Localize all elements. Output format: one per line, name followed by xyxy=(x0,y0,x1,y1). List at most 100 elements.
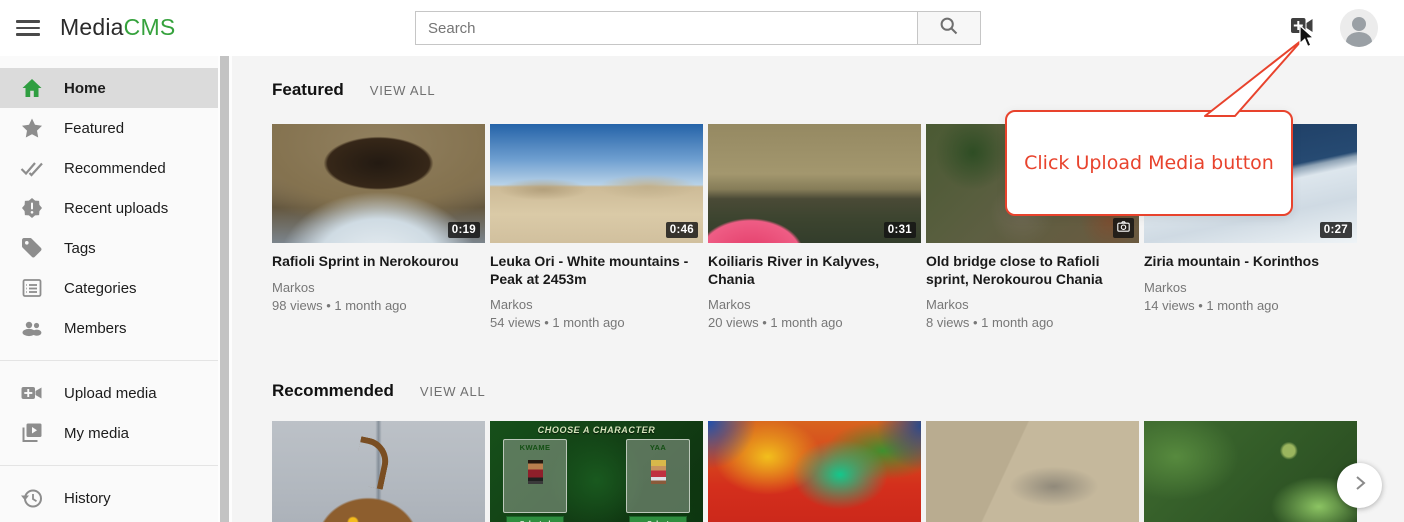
media-card[interactable] xyxy=(1144,421,1357,522)
sidebar-item-label: My media xyxy=(64,425,129,442)
sidebar-item-label: Categories xyxy=(64,280,137,297)
game-character-name: KWAME xyxy=(504,443,566,452)
sidebar-item-recommended[interactable]: Recommended xyxy=(0,148,218,188)
camera-icon xyxy=(1117,221,1130,235)
media-title[interactable]: Koiliaris River in Kalyves, Chania xyxy=(708,253,921,288)
duration-badge: 0:27 xyxy=(1320,222,1352,238)
media-title[interactable]: Old bridge close to Rafioli sprint, Nero… xyxy=(926,253,1139,288)
media-thumbnail[interactable] xyxy=(1144,421,1357,522)
next-carousel-button[interactable] xyxy=(1337,463,1382,508)
media-card[interactable] xyxy=(272,421,485,522)
sidebar-item-upload-media[interactable]: Upload media xyxy=(0,373,218,413)
sidebar: Home Featured Recommended Recent uploads… xyxy=(0,56,218,522)
search-bar xyxy=(415,11,981,45)
hamburger-menu-icon[interactable] xyxy=(16,17,40,39)
sidebar-item-tags[interactable]: Tags xyxy=(0,228,218,268)
sidebar-item-members[interactable]: Members xyxy=(0,308,218,348)
media-thumbnail[interactable] xyxy=(926,421,1139,522)
game-select-button: Select xyxy=(629,516,687,522)
featured-view-all-link[interactable]: VIEW ALL xyxy=(370,83,436,98)
sidebar-item-label: Recommended xyxy=(64,160,166,177)
app-logo[interactable]: MediaCMS xyxy=(60,14,175,41)
media-meta: 54 views • 1 month ago xyxy=(490,314,703,332)
sidebar-item-label: Upload media xyxy=(64,385,157,402)
callout-text: Click Upload Media button xyxy=(1024,152,1274,174)
sidebar-divider xyxy=(0,360,218,361)
sidebar-item-featured[interactable]: Featured xyxy=(0,108,218,148)
media-thumbnail[interactable]: 0:31 xyxy=(708,124,921,243)
sidebar-item-label: Recent uploads xyxy=(64,200,168,217)
duration-badge: 0:19 xyxy=(448,222,480,238)
upload-media-icon xyxy=(20,381,44,405)
recommended-view-all-link[interactable]: VIEW ALL xyxy=(420,384,486,399)
callout-pointer xyxy=(1180,34,1310,118)
sidebar-item-label: History xyxy=(64,490,111,507)
search-button[interactable] xyxy=(917,11,981,45)
media-thumbnail[interactable]: 0:46 xyxy=(490,124,703,243)
game-selected-button: Selected xyxy=(506,516,564,522)
categories-icon xyxy=(20,276,44,300)
media-thumbnail[interactable] xyxy=(708,421,921,522)
tag-icon xyxy=(20,236,44,260)
mouse-cursor-icon xyxy=(1299,25,1315,48)
image-type-badge xyxy=(1113,218,1134,238)
sidebar-item-recent-uploads[interactable]: Recent uploads xyxy=(0,188,218,228)
media-author[interactable]: Markos xyxy=(1144,279,1357,297)
media-author[interactable]: Markos xyxy=(926,296,1139,314)
media-meta: 98 views • 1 month ago xyxy=(272,297,485,315)
media-meta: 14 views • 1 month ago xyxy=(1144,297,1357,315)
media-card[interactable]: 0:19 Rafioli Sprint in Nerokourou Markos… xyxy=(272,124,485,315)
history-icon xyxy=(20,486,44,510)
media-author[interactable]: Markos xyxy=(708,296,921,314)
members-icon xyxy=(20,316,44,340)
duration-badge: 0:31 xyxy=(884,222,916,238)
sidebar-item-categories[interactable]: Categories xyxy=(0,268,218,308)
media-card[interactable] xyxy=(708,421,921,522)
media-card[interactable]: CHOOSE A CHARACTER KWAME YAA Selected Se… xyxy=(490,421,703,522)
new-releases-icon xyxy=(20,196,44,220)
game-thumb-heading: CHOOSE A CHARACTER xyxy=(490,425,703,435)
media-thumbnail[interactable] xyxy=(272,421,485,522)
search-input[interactable] xyxy=(415,11,917,45)
recommended-section-title: Recommended xyxy=(272,381,394,401)
media-thumbnail[interactable]: 0:19 xyxy=(272,124,485,243)
double-check-icon xyxy=(20,156,44,180)
sidebar-item-label: Featured xyxy=(64,120,124,137)
game-thumb-panel: KWAME xyxy=(503,439,567,513)
logo-media: Media xyxy=(60,14,124,40)
sidebar-item-label: Home xyxy=(64,80,106,97)
media-title[interactable]: Rafioli Sprint in Nerokourou xyxy=(272,253,485,271)
sidebar-item-label: Members xyxy=(64,320,127,337)
duration-badge: 0:46 xyxy=(666,222,698,238)
chevron-right-icon xyxy=(1351,474,1369,497)
sidebar-item-history[interactable]: History xyxy=(0,478,218,518)
featured-section-header: Featured VIEW ALL xyxy=(272,80,435,100)
sidebar-item-label: Tags xyxy=(64,240,96,257)
logo-cms: CMS xyxy=(124,14,176,40)
media-card[interactable] xyxy=(926,421,1139,522)
game-thumb-panel: YAA xyxy=(626,439,690,513)
home-icon xyxy=(20,76,44,100)
sidebar-item-my-media[interactable]: My media xyxy=(0,413,218,453)
sidebar-divider xyxy=(0,465,218,466)
featured-section-title: Featured xyxy=(272,80,344,100)
game-character-sprite xyxy=(651,460,666,484)
media-author[interactable]: Markos xyxy=(272,279,485,297)
recommended-section-header: Recommended VIEW ALL xyxy=(272,381,486,401)
sidebar-item-home[interactable]: Home xyxy=(0,68,218,108)
tutorial-callout: Click Upload Media button xyxy=(1005,110,1293,216)
media-title[interactable]: Ziria mountain - Korinthos xyxy=(1144,253,1357,271)
media-thumbnail[interactable]: CHOOSE A CHARACTER KWAME YAA Selected Se… xyxy=(490,421,703,522)
media-title[interactable]: Leuka Ori - White mountains - Peak at 24… xyxy=(490,253,703,288)
media-card[interactable]: 0:46 Leuka Ori - White mountains - Peak … xyxy=(490,124,703,332)
media-meta: 8 views • 1 month ago xyxy=(926,314,1139,332)
sidebar-scrollbar-thumb[interactable] xyxy=(220,48,229,522)
media-author[interactable]: Markos xyxy=(490,296,703,314)
star-icon xyxy=(20,116,44,140)
user-avatar[interactable] xyxy=(1340,9,1378,47)
game-character-sprite xyxy=(528,460,543,484)
recommended-row: CHOOSE A CHARACTER KWAME YAA Selected Se… xyxy=(272,421,1404,522)
media-card[interactable]: 0:31 Koiliaris River in Kalyves, Chania … xyxy=(708,124,921,332)
game-character-name: YAA xyxy=(627,443,689,452)
search-icon xyxy=(939,16,959,41)
